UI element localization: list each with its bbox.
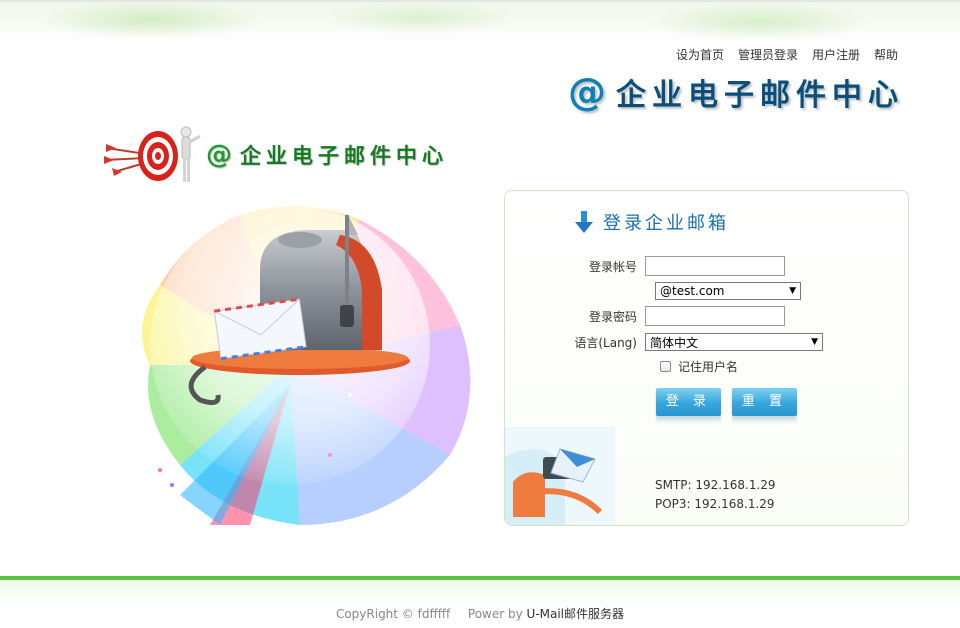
top-decorative-strip xyxy=(0,0,960,44)
remember-checkbox[interactable] xyxy=(660,361,671,372)
domain-select[interactable]: @test.com ▼ xyxy=(655,282,801,300)
reset-button[interactable]: 重 置 xyxy=(732,388,797,424)
hero-mailbox-illustration xyxy=(100,195,490,530)
help-link[interactable]: 帮助 xyxy=(874,46,898,63)
mail-corner-decoration-icon xyxy=(505,427,615,525)
target-logo-icon xyxy=(104,126,201,182)
top-links: 设为首页 管理员登录 用户注册 帮助 xyxy=(676,46,898,63)
language-select-value: 简体中文 xyxy=(650,335,699,350)
logo-at-icon: @ xyxy=(206,140,232,170)
down-arrow-icon xyxy=(575,211,593,233)
footer: CopyRight © fdfffff Power by U-Mail邮件服务器 xyxy=(0,576,960,628)
account-row: 登录帐号 xyxy=(505,256,785,276)
domain-row: @test.com ▼ xyxy=(655,282,801,300)
pop3-info: POP3: 192.168.1.29 xyxy=(655,497,775,511)
logo: @ 企业电子邮件中心 xyxy=(104,126,484,186)
header-title-text: 企业电子邮件中心 xyxy=(616,78,904,113)
login-panel-title: 登录企业邮箱 xyxy=(575,209,729,235)
umail-brand-link[interactable]: U-Mail邮件服务器 xyxy=(527,607,625,621)
header-title: @ 企业电子邮件中心 xyxy=(568,70,904,114)
logo-title: @ 企业电子邮件中心 xyxy=(206,140,448,170)
copyright-text: CopyRight © fdfffff xyxy=(335,607,451,621)
password-input[interactable] xyxy=(645,306,785,326)
login-panel: 登录企业邮箱 登录帐号 @test.com ▼ 登录密码 语言(Lang) 简体… xyxy=(504,190,909,526)
domain-select-value: @test.com xyxy=(660,284,725,298)
server-info: SMTP: 192.168.1.29 POP3: 192.168.1.29 xyxy=(655,476,776,514)
login-title-text: 登录企业邮箱 xyxy=(603,213,729,234)
power-by-text: Power by xyxy=(467,607,527,621)
remember-label: 记住用户名 xyxy=(678,360,739,374)
logo-title-text: 企业电子邮件中心 xyxy=(240,144,448,168)
login-button[interactable]: 登 录 xyxy=(656,388,721,424)
header-at-icon: @ xyxy=(568,70,606,114)
admin-login-link[interactable]: 管理员登录 xyxy=(738,46,798,63)
language-label: 语言(Lang) xyxy=(574,335,637,350)
chevron-down-icon: ▼ xyxy=(789,286,796,296)
account-input[interactable] xyxy=(645,256,785,276)
language-select[interactable]: 简体中文 ▼ xyxy=(645,333,823,351)
footer-text: CopyRight © fdfffff Power by U-Mail邮件服务器 xyxy=(0,605,960,622)
remember-row: 记住用户名 xyxy=(660,358,738,375)
smtp-info: SMTP: 192.168.1.29 xyxy=(655,478,776,492)
account-label: 登录帐号 xyxy=(588,259,637,274)
language-row: 语言(Lang) 简体中文 ▼ xyxy=(505,333,823,351)
password-row: 登录密码 xyxy=(505,306,785,326)
set-homepage-link[interactable]: 设为首页 xyxy=(676,46,724,63)
user-register-link[interactable]: 用户注册 xyxy=(812,46,860,63)
password-label: 登录密码 xyxy=(588,309,637,324)
chevron-down-icon: ▼ xyxy=(811,337,818,347)
